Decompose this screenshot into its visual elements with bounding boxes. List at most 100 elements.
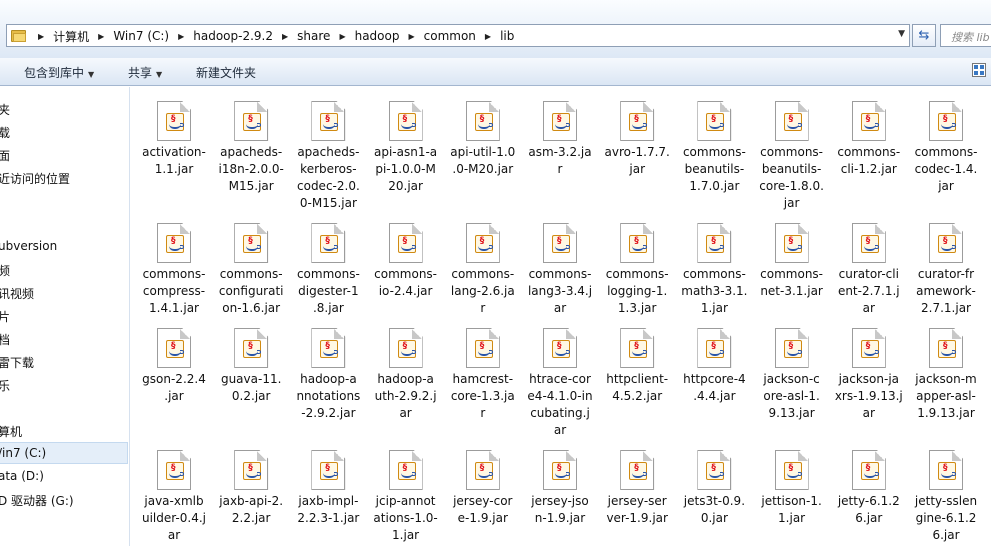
nav-item-recent-places[interactable]: 近访问的位置 [0, 170, 70, 187]
file-item[interactable]: § commons-logging-1. 1.3.jar [599, 223, 675, 323]
file-item[interactable]: § apacheds-kerberos-codec-2.0. 0-M15.jar [290, 101, 366, 210]
file-item[interactable]: § guava-11. 0.2.jar [213, 328, 289, 428]
nav-item-favorites[interactable]: 夹 [0, 101, 10, 118]
file-item[interactable]: § commons-configurati on-1.6.jar [213, 223, 289, 323]
file-item[interactable]: § apacheds-i18n-2.0.0- M15.jar [213, 101, 289, 201]
file-item[interactable]: § asm-3.2.ja r [522, 101, 598, 201]
file-item[interactable]: § commons-digester-1 .8.jar [290, 223, 366, 323]
file-name-line: apper-asl- [916, 389, 976, 403]
file-item[interactable]: § commons-lang-2.6.ja r [445, 223, 521, 323]
file-item[interactable]: § jaxb-impl- 2.2.3-1.jar [290, 450, 366, 546]
nav-item-drive-c[interactable]: /in7 (C:) [0, 446, 46, 460]
breadcrumb-hadoop[interactable]: hadoop [351, 29, 404, 43]
file-item[interactable]: § hamcrest-core-1.3.ja r [445, 328, 521, 428]
file-item[interactable]: § jetty-6.1.2 6.jar [831, 450, 907, 546]
refresh-button[interactable]: ⇆ [912, 24, 936, 47]
breadcrumb-separator-icon[interactable]: ▶ [277, 32, 293, 41]
breadcrumb-separator-icon[interactable]: ▶ [93, 32, 109, 41]
file-item[interactable]: § commons-beanutils-core-1.8.0. jar [754, 101, 830, 210]
file-item[interactable]: § jets3t-0.9. 0.jar [676, 450, 752, 546]
file-item[interactable]: § curator-fr amework- 2.7.1.jar [908, 223, 984, 323]
file-item[interactable]: § hadoop-a uth-2.9.2.j ar [368, 328, 444, 428]
file-name-line: jackson-m [915, 372, 977, 386]
change-view-button[interactable] [972, 63, 986, 77]
file-name-line: jersey-jso [531, 494, 589, 508]
address-bar[interactable]: ▶ 计算机 ▶ Win7 (C:) ▶ hadoop-2.9.2 ▶ share… [6, 24, 910, 47]
file-item[interactable]: § commons-io-2.4.jar [368, 223, 444, 323]
nav-item-downloads[interactable]: 载 [0, 124, 10, 141]
file-name-line: 1.7.0.jar [689, 179, 740, 193]
file-item[interactable]: § jersey-jso n-1.9.jar [522, 450, 598, 546]
nav-item-computer[interactable]: 算机 [0, 423, 22, 440]
file-item[interactable]: § httpclient- 4.5.2.jar [599, 328, 675, 428]
file-item[interactable]: § jettison-1. 1.jar [754, 450, 830, 546]
nav-item-desktop[interactable]: 面 [0, 147, 10, 164]
java-jar-icon: § [620, 450, 655, 490]
file-item[interactable]: § api-util-1.0 .0-M20.jar [445, 101, 521, 201]
file-item[interactable]: § java-xmlb uilder-0.4.j ar [136, 450, 212, 546]
file-name-line: java-xmlb [144, 494, 204, 508]
new-folder-button[interactable]: 新建文件夹 [196, 64, 256, 81]
file-item[interactable]: § jetty-sslen gine-6.1.2 6.jar [908, 450, 984, 546]
breadcrumb-separator-icon[interactable]: ▶ [334, 32, 350, 41]
file-item[interactable]: § htrace-cor e4-4.1.0-in cubating.j ar [522, 328, 598, 437]
nav-item-videos[interactable]: 频 [0, 262, 10, 279]
file-item[interactable]: § commons-net-3.1.jar [754, 223, 830, 323]
file-item[interactable]: § avro-1.7.7. jar [599, 101, 675, 201]
nav-item-dvd-drive-g[interactable]: D 驱动器 (G:) [0, 492, 74, 509]
file-item[interactable]: § commons-beanutils- 1.7.0.jar [676, 101, 752, 201]
file-item[interactable]: § commons-math3-3.1. 1.jar [676, 223, 752, 323]
file-item[interactable]: § api-asn1-a pi-1.0.0-M 20.jar [368, 101, 444, 201]
breadcrumb-separator-icon[interactable]: ▶ [480, 32, 496, 41]
search-input[interactable]: 搜索 lib [940, 24, 991, 47]
file-name-line: apacheds- [220, 145, 283, 159]
nav-item-subversion[interactable]: ubversion [0, 239, 57, 253]
nav-item-documents[interactable]: 档 [0, 331, 10, 348]
file-item[interactable]: § commons-compress- 1.4.1.jar [136, 223, 212, 323]
file-item[interactable]: § commons-cli-1.2.jar [831, 101, 907, 201]
file-item[interactable]: § jersey-cor e-1.9.jar [445, 450, 521, 546]
breadcrumb-drive-c[interactable]: Win7 (C:) [109, 29, 173, 43]
breadcrumb-separator-icon[interactable]: ▶ [403, 32, 419, 41]
file-item[interactable]: § jcip-annot ations-1.0- 1.jar [368, 450, 444, 546]
file-item[interactable]: § jaxb-api-2. 2.2.jar [213, 450, 289, 546]
file-name-line: codec-1.4. [914, 162, 978, 176]
nav-item-drive-d[interactable]: ata (D:) [0, 469, 44, 483]
file-item[interactable]: § curator-cli ent-2.7.1.j ar [831, 223, 907, 323]
breadcrumb-lib[interactable]: lib [496, 29, 518, 43]
file-item[interactable]: § commons-codec-1.4. jar [908, 101, 984, 201]
file-name-line: commons- [760, 145, 824, 159]
breadcrumb-common[interactable]: common [420, 29, 480, 43]
breadcrumb-separator-icon[interactable]: ▶ [33, 32, 49, 41]
file-name-line: commons- [682, 145, 746, 159]
file-item[interactable]: § jersey-ser ver-1.9.jar [599, 450, 675, 546]
nav-item-pictures[interactable]: 片 [0, 308, 10, 325]
breadcrumb-computer[interactable]: 计算机 [49, 28, 93, 45]
include-in-library-button[interactable]: 包含到库中 ▼ [24, 64, 94, 81]
file-item[interactable]: § hadoop-a nnotations -2.9.2.jar [290, 328, 366, 428]
file-item[interactable]: § gson-2.2.4 .jar [136, 328, 212, 428]
breadcrumb-hadoop-2-9-2[interactable]: hadoop-2.9.2 [189, 29, 277, 43]
nav-item-music[interactable]: 乐 [0, 377, 10, 394]
file-item[interactable]: § activation- 1.1.jar [136, 101, 212, 201]
file-name-line: ar [862, 301, 875, 315]
file-item[interactable]: § commons-lang3-3.4.j ar [522, 223, 598, 323]
file-name-line: beanutils- [684, 162, 745, 176]
chevron-down-icon: ▼ [88, 70, 95, 79]
file-item[interactable]: § httpcore-4 .4.4.jar [676, 328, 752, 428]
file-item[interactable]: § jackson-ja xrs-1.9.13.j ar [831, 328, 907, 428]
nav-item-xunlei-downloads[interactable]: 雷下载 [0, 354, 34, 371]
breadcrumb-share[interactable]: share [293, 29, 334, 43]
share-button[interactable]: 共享 ▼ [128, 64, 162, 81]
file-name-line: ore-asl-1. [763, 389, 820, 403]
breadcrumb-separator-icon[interactable]: ▶ [173, 32, 189, 41]
file-name-line: curator-cli [838, 267, 899, 281]
file-item[interactable]: § jackson-c ore-asl-1. 9.13.jar [754, 328, 830, 428]
java-jar-icon: § [929, 450, 963, 490]
file-name-line: asm-3.2.ja [528, 145, 592, 159]
folder-icon [11, 28, 26, 42]
address-history-dropdown-icon[interactable]: ▼ [898, 29, 905, 39]
file-item[interactable]: § jackson-m apper-asl- 1.9.13.jar [908, 328, 984, 428]
nav-item-xunlei-videos[interactable]: 讯视频 [0, 285, 34, 302]
file-name-line: htrace-cor [529, 372, 591, 386]
